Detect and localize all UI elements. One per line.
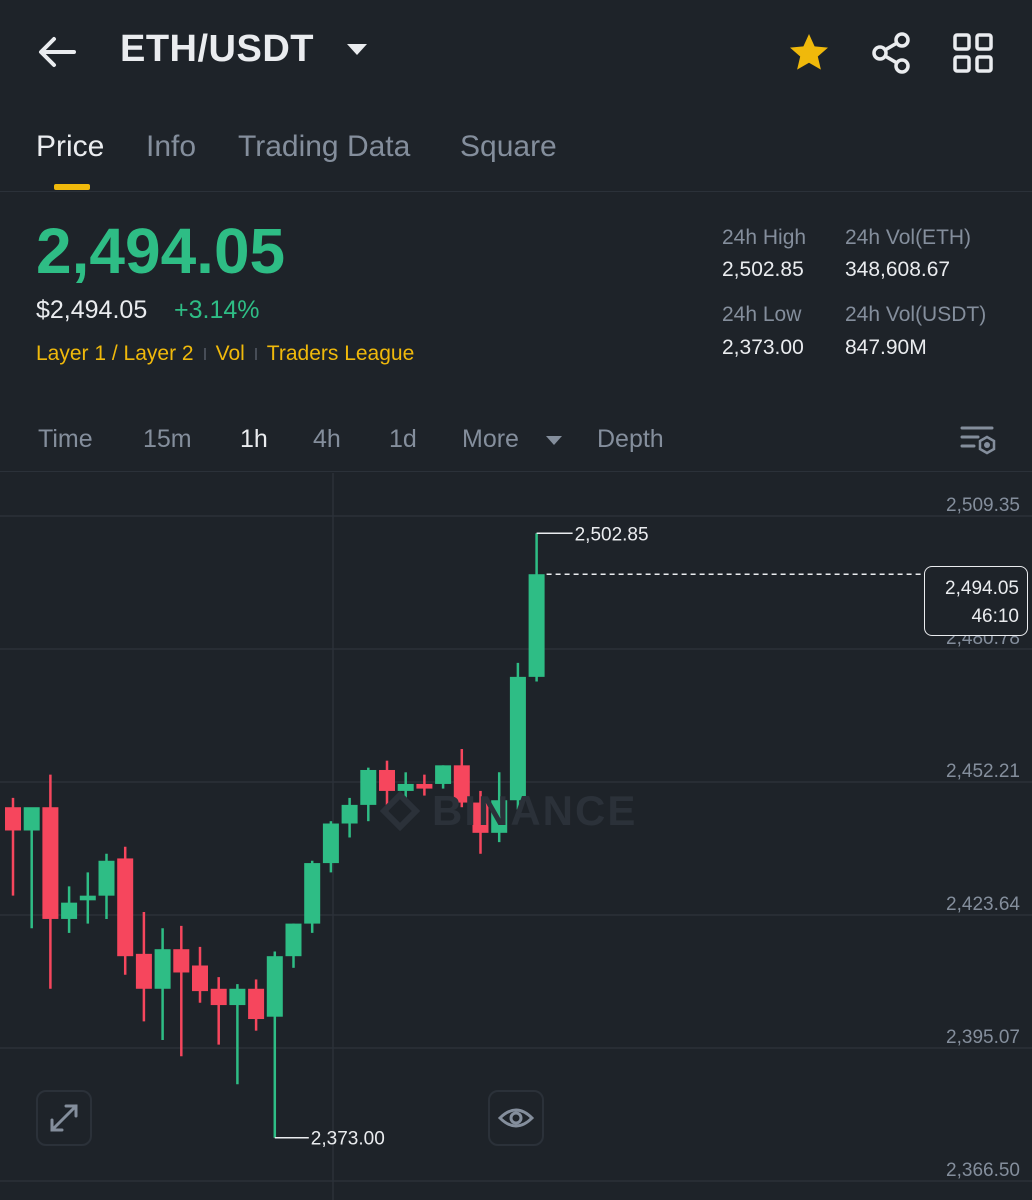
- tag-vol[interactable]: Vol: [216, 342, 245, 366]
- y-tick-label: 2,366.50: [946, 1160, 1020, 1181]
- candle-up: [509, 676, 526, 801]
- indicator-settings-icon[interactable]: [958, 422, 998, 458]
- tag-traders-league[interactable]: Traders League: [267, 342, 414, 366]
- price-change: +3.14%: [174, 296, 260, 324]
- candle-up: [435, 765, 452, 784]
- candle-up: [341, 804, 358, 824]
- caret-down-icon[interactable]: [544, 434, 564, 448]
- tf-1d[interactable]: 1d: [389, 425, 417, 454]
- star-icon[interactable]: [786, 30, 832, 76]
- candle-up: [304, 863, 321, 924]
- candle-up: [229, 988, 246, 1006]
- tab-trading-data[interactable]: Trading Data: [238, 130, 410, 164]
- candle-down: [173, 949, 190, 973]
- candle-down: [5, 807, 21, 831]
- pair-title[interactable]: ETH/USDT: [120, 28, 314, 71]
- tag-divider: [203, 348, 206, 360]
- main-tabs: Price Info Trading Data Square: [0, 118, 1032, 192]
- candle-down: [210, 988, 227, 1006]
- candle-up: [154, 949, 171, 989]
- candle-up: [79, 895, 96, 901]
- back-button[interactable]: [34, 30, 84, 74]
- tab-price[interactable]: Price: [36, 130, 104, 164]
- y-tick-label: 2,395.07: [946, 1027, 1020, 1048]
- candle-down: [42, 807, 59, 919]
- tf-more[interactable]: More: [462, 425, 519, 454]
- candle-down: [135, 953, 152, 989]
- candle-down: [248, 988, 265, 1020]
- tf-time[interactable]: Time: [38, 425, 93, 454]
- top-bar: ETH/USDT: [0, 0, 1032, 104]
- stat-vol-eth-value: 348,608.67: [845, 258, 951, 281]
- back-arrow-icon: [39, 37, 76, 67]
- candle-down: [416, 783, 433, 789]
- stat-vol-usdt-label: 24h Vol(USDT): [845, 303, 987, 326]
- tag-divider: [254, 348, 257, 360]
- stat-high-value: 2,502.85: [722, 258, 804, 281]
- price-chart[interactable]: 2,509.35 2,480.78 2,452.21 2,423.64 2,395.07…: [0, 473, 1032, 1200]
- tf-1h[interactable]: 1h: [240, 425, 268, 454]
- tag-list: Layer 1 / Layer 2 Vol Traders League: [36, 342, 414, 366]
- active-tab-indicator: [54, 184, 90, 190]
- tf-15m[interactable]: 15m: [143, 425, 192, 454]
- y-tick-label: 2,423.64: [946, 894, 1020, 915]
- candle-up: [322, 823, 339, 864]
- candle-down: [379, 769, 395, 791]
- low-marker-label: 2,373.00: [311, 1129, 385, 1150]
- grid-icon[interactable]: [950, 30, 996, 76]
- candle-down: [192, 965, 208, 992]
- candle-up: [23, 807, 40, 831]
- candle-down: [117, 858, 134, 957]
- candle-countdown: 46:10: [971, 606, 1019, 627]
- stat-vol-eth-label: 24h Vol(ETH): [845, 226, 972, 249]
- stat-low-label: 24h Low: [722, 303, 802, 326]
- caret-down-icon[interactable]: [344, 40, 370, 60]
- candle-up: [98, 860, 115, 896]
- share-icon[interactable]: [868, 30, 914, 76]
- expand-icon: [50, 1104, 78, 1132]
- tab-info[interactable]: Info: [146, 130, 196, 164]
- last-price-label: 2,494.05 46:10: [924, 566, 1028, 636]
- tf-depth[interactable]: Depth: [597, 425, 664, 454]
- binance-logo-icon: [380, 791, 420, 831]
- tab-square[interactable]: Square: [460, 130, 557, 164]
- watermark: BINANCE: [432, 787, 638, 834]
- y-tick-label: 2,509.35: [946, 495, 1020, 516]
- last-price-value: 2,494.05: [945, 578, 1019, 599]
- candle-up: [61, 902, 78, 919]
- candle-up: [528, 574, 545, 677]
- stat-low-value: 2,373.00: [722, 336, 804, 359]
- candle-up: [397, 783, 414, 791]
- eye-icon: [497, 1108, 535, 1128]
- last-price: 2,494.05: [36, 215, 286, 287]
- timeframe-bar: Time 15m 1h 4h 1d More Depth: [0, 410, 1032, 472]
- stat-high-label: 24h High: [722, 226, 807, 249]
- tag-layer[interactable]: Layer 1 / Layer 2: [36, 342, 194, 366]
- usd-price: $2,494.05: [36, 296, 148, 324]
- y-tick-label: 2,452.21: [946, 761, 1020, 782]
- high-marker-label: 2,502.85: [575, 524, 649, 545]
- visibility-button[interactable]: [488, 1090, 544, 1146]
- candle-up: [266, 956, 283, 1017]
- tf-4h[interactable]: 4h: [313, 425, 341, 454]
- candle-up: [360, 769, 377, 805]
- candle-up: [285, 923, 302, 957]
- stat-vol-usdt-value: 847.90M: [845, 336, 927, 359]
- fullscreen-button[interactable]: [36, 1090, 92, 1146]
